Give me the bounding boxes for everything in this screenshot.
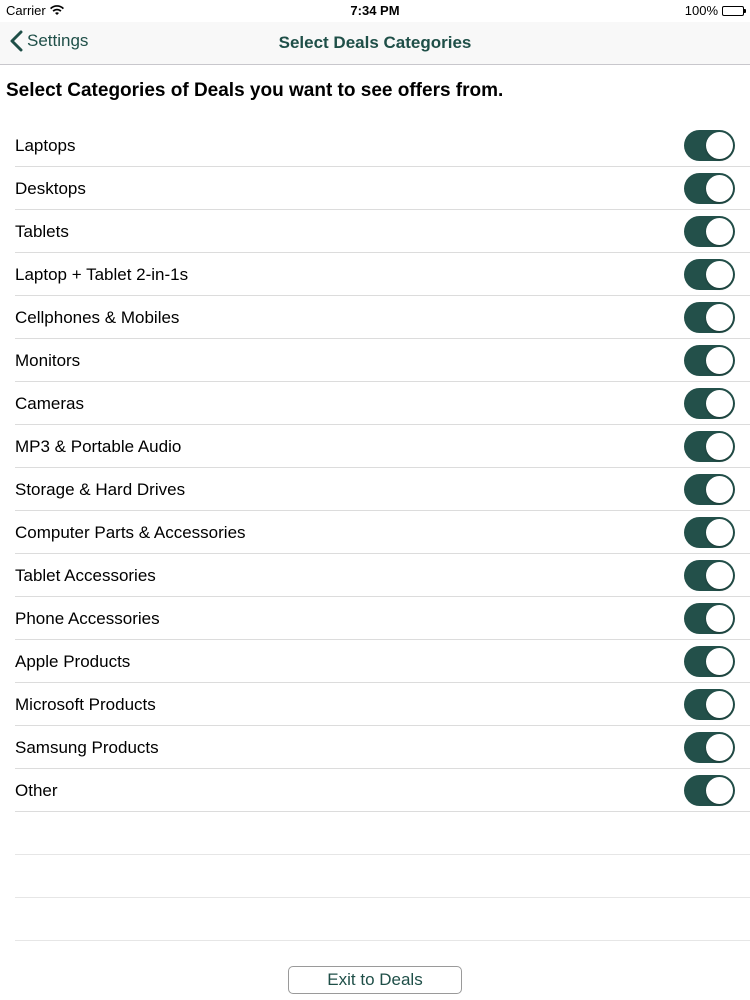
toggle-knob — [706, 691, 733, 718]
category-toggle[interactable] — [684, 560, 735, 591]
category-label: Microsoft Products — [15, 695, 156, 714]
toggle-knob — [706, 304, 733, 331]
category-row: Microsoft Products — [0, 683, 750, 726]
toggle-knob — [706, 648, 733, 675]
toggle-knob — [706, 519, 733, 546]
category-label: MP3 & Portable Audio — [15, 437, 182, 456]
battery-percent: 100% — [684, 3, 718, 18]
toggle-knob — [706, 132, 733, 159]
category-toggle[interactable] — [684, 259, 735, 290]
category-label: Cellphones & Mobiles — [15, 308, 180, 327]
empty-row — [0, 855, 750, 898]
empty-row — [0, 898, 750, 941]
category-toggle[interactable] — [684, 216, 735, 247]
row-separator — [15, 940, 750, 941]
category-toggle[interactable] — [684, 689, 735, 720]
category-row: Samsung Products — [0, 726, 750, 769]
category-label: Phone Accessories — [15, 609, 160, 628]
category-row: Storage & Hard Drives — [0, 468, 750, 511]
instruction-heading: Select Categories of Deals you want to s… — [6, 80, 504, 101]
category-row: Other — [0, 769, 750, 812]
category-row: Laptop + Tablet 2-in-1s — [0, 253, 750, 296]
navigation-bar: Settings Select Deals Categories — [0, 22, 750, 65]
category-toggle[interactable] — [684, 732, 735, 763]
category-list: Laptops Desktops Tablets Laptop + Tablet 2-… — [0, 124, 750, 941]
toggle-knob — [706, 777, 733, 804]
toggle-knob — [706, 347, 733, 374]
toggle-knob — [706, 433, 733, 460]
category-label: Laptop + Tablet 2-in-1s — [15, 265, 189, 284]
category-label: Apple Products — [15, 652, 131, 671]
category-toggle[interactable] — [684, 345, 735, 376]
category-toggle[interactable] — [684, 302, 735, 333]
category-row: Apple Products — [0, 640, 750, 683]
status-time: 7:34 PM — [350, 3, 400, 18]
battery-icon — [722, 5, 746, 16]
page-title: Select Deals Categories — [278, 33, 472, 52]
toggle-knob — [706, 476, 733, 503]
category-row: Monitors — [0, 339, 750, 382]
category-toggle[interactable] — [684, 130, 735, 161]
category-toggle[interactable] — [684, 603, 735, 634]
category-toggle[interactable] — [684, 775, 735, 806]
exit-to-deals-button[interactable]: Exit to Deals — [288, 966, 462, 994]
category-label: Other — [15, 781, 58, 800]
toggle-knob — [706, 605, 733, 632]
category-row: Desktops — [0, 167, 750, 210]
category-row: Computer Parts & Accessories — [0, 511, 750, 554]
category-label: Tablets — [15, 222, 69, 241]
category-label: Computer Parts & Accessories — [15, 523, 246, 542]
category-label: Tablet Accessories — [15, 566, 156, 585]
category-label: Storage & Hard Drives — [15, 480, 186, 499]
category-row: Cellphones & Mobiles — [0, 296, 750, 339]
category-row: Tablets — [0, 210, 750, 253]
category-row: MP3 & Portable Audio — [0, 425, 750, 468]
category-toggle[interactable] — [684, 474, 735, 505]
category-toggle[interactable] — [684, 646, 735, 677]
empty-row — [0, 812, 750, 855]
category-toggle[interactable] — [684, 173, 735, 204]
category-label: Monitors — [15, 351, 81, 370]
category-toggle[interactable] — [684, 431, 735, 462]
category-row: Tablet Accessories — [0, 554, 750, 597]
toggle-knob — [706, 261, 733, 288]
toggle-knob — [706, 734, 733, 761]
category-label: Samsung Products — [15, 738, 159, 757]
category-toggle[interactable] — [684, 388, 735, 419]
category-toggle[interactable] — [684, 517, 735, 548]
category-label: Laptops — [15, 136, 76, 155]
battery-indicator: 100% — [684, 3, 746, 18]
category-row: Laptops — [0, 124, 750, 167]
category-row: Cameras — [0, 382, 750, 425]
status-bar: Carrier 7:34 PM 100% — [0, 0, 750, 22]
category-label: Cameras — [15, 394, 84, 413]
toggle-knob — [706, 218, 733, 245]
toggle-knob — [706, 562, 733, 589]
category-row: Phone Accessories — [0, 597, 750, 640]
toggle-knob — [706, 390, 733, 417]
category-label: Desktops — [15, 179, 86, 198]
toggle-knob — [706, 175, 733, 202]
